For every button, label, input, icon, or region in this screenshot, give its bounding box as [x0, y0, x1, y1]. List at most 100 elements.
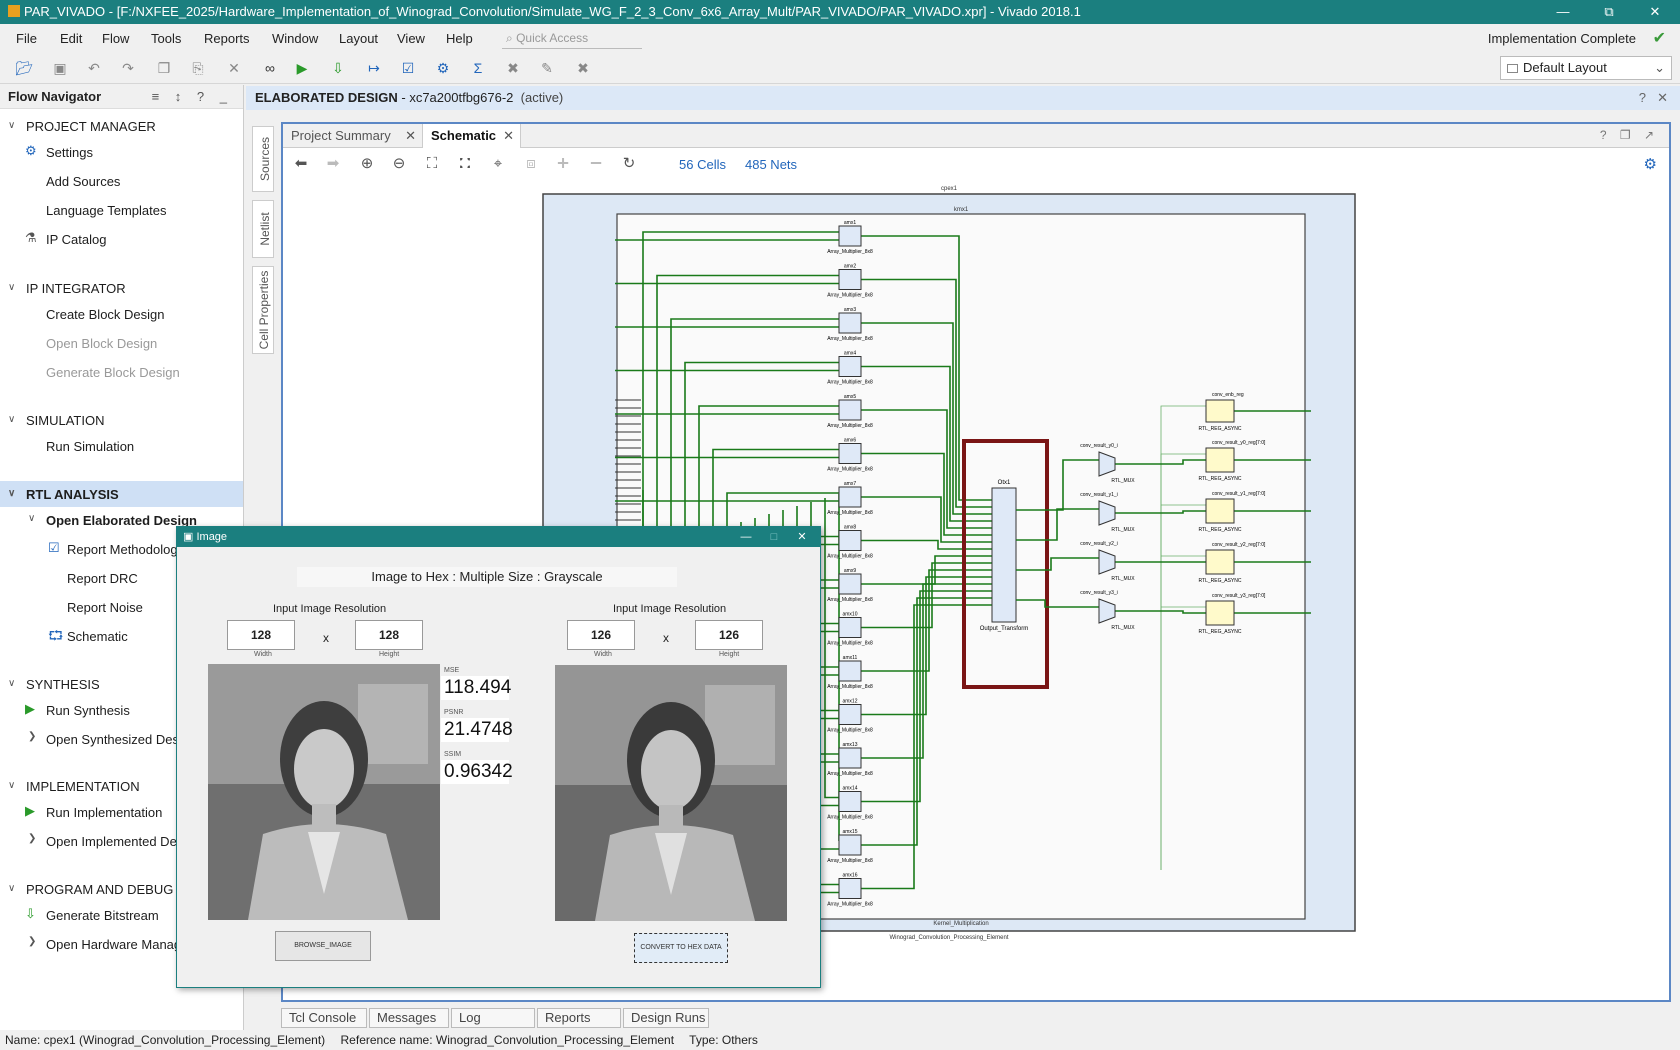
nav-open-implemented-design[interactable]: Open Implemented Des	[46, 834, 183, 849]
close-icon[interactable]: ✕	[1657, 86, 1668, 110]
expand-cell-icon[interactable]: ⧈	[521, 154, 541, 174]
tab-cell-properties[interactable]: Cell Properties	[252, 266, 274, 354]
tab-log[interactable]: Log	[451, 1008, 535, 1028]
menu-edit[interactable]: Edit	[60, 31, 82, 46]
register-block[interactable]	[1205, 498, 1235, 524]
menu-window[interactable]: Window	[272, 31, 318, 46]
program-device-icon[interactable]: ⇩	[328, 58, 348, 78]
tool-disabled-1-icon[interactable]: ✖	[503, 58, 523, 78]
nav-language-templates[interactable]: Language Templates	[46, 203, 166, 218]
zoom-out-icon[interactable]: ⊖	[389, 154, 409, 174]
tab-project-summary[interactable]: Project Summary ✕	[283, 124, 423, 148]
nav-open-block-design[interactable]: Open Block Design	[46, 336, 157, 351]
nav-open-elaborated-design[interactable]: Open Elaborated Design	[46, 513, 197, 528]
sigma-icon[interactable]: Σ	[468, 58, 488, 78]
section-project-manager[interactable]: ∨ PROJECT MANAGER	[8, 119, 156, 134]
multiplier-block[interactable]	[838, 747, 862, 769]
register-block[interactable]	[1205, 399, 1235, 423]
nav-schematic[interactable]: Schematic	[67, 629, 128, 644]
zoom-selection-icon[interactable]: ⛚	[455, 154, 475, 174]
tab-reports[interactable]: Reports	[537, 1008, 621, 1028]
convert-to-hex-button[interactable]: CONVERT TO HEX DATA	[634, 933, 728, 963]
forward-arrow-icon[interactable]: ➡︎	[323, 154, 343, 174]
tab-controls[interactable]: ? ❐ ↗	[1600, 128, 1659, 142]
quick-access-input[interactable]: ⌕ Quick Access	[502, 27, 642, 49]
cell-count[interactable]: 56 Cells	[679, 157, 726, 172]
menu-reports[interactable]: Reports	[204, 31, 250, 46]
multiplier-block[interactable]	[838, 486, 862, 508]
write-bitstream-icon[interactable]: ↦	[364, 58, 384, 78]
binoculars-icon[interactable]: ∞	[260, 58, 280, 78]
nav-create-block-design[interactable]: Create Block Design	[46, 307, 165, 322]
section-ip-integrator[interactable]: ∨ IP INTEGRATOR	[8, 281, 126, 296]
register-block[interactable]	[1205, 549, 1235, 575]
multiplier-block[interactable]	[838, 878, 862, 899]
navigator-tools[interactable]: ≡ ↕ ? _	[152, 85, 233, 109]
multiplier-block[interactable]	[838, 399, 862, 421]
minimize-button[interactable]: —	[732, 527, 760, 547]
expand-all-icon[interactable]: ➕︎	[553, 154, 573, 174]
multiplier-block[interactable]	[838, 617, 862, 638]
close-tab-icon[interactable]: ✕	[503, 124, 514, 148]
tab-schematic[interactable]: Schematic ✕	[423, 124, 521, 148]
multiplier-block[interactable]	[838, 312, 862, 334]
maximize-button[interactable]: □	[760, 527, 788, 547]
output-width-field[interactable]: 126	[567, 620, 635, 650]
register-block[interactable]	[1205, 600, 1235, 626]
register-block[interactable]	[1205, 447, 1235, 473]
nav-open-synthesized-design[interactable]: Open Synthesized Desi	[46, 732, 182, 747]
nav-run-synthesis[interactable]: Run Synthesis	[46, 703, 130, 718]
collapse-all-icon[interactable]: ➖︎	[586, 154, 606, 174]
close-button[interactable]: ✕	[788, 527, 816, 547]
nav-generate-block-design[interactable]: Generate Block Design	[46, 365, 180, 380]
tool-disabled-3-icon[interactable]: ✖	[573, 58, 593, 78]
copy-icon[interactable]: ❐	[154, 58, 174, 78]
menu-layout[interactable]: Layout	[339, 31, 378, 46]
section-simulation[interactable]: ∨ SIMULATION	[8, 413, 105, 428]
save-icon[interactable]: ▣	[50, 58, 70, 78]
report-icon[interactable]: ☑	[398, 58, 418, 78]
multiplier-block[interactable]	[838, 791, 862, 812]
nav-report-noise[interactable]: Report Noise	[67, 600, 143, 615]
settings-gear-icon[interactable]: ⚙	[433, 58, 453, 78]
section-rtl-analysis[interactable]: ∨ RTL ANALYSIS	[8, 487, 119, 502]
input-width-field[interactable]: 128	[227, 620, 295, 650]
tab-sources[interactable]: Sources	[252, 126, 274, 192]
multiplier-block[interactable]	[838, 269, 862, 290]
multiplier-block[interactable]	[838, 834, 862, 856]
menu-flow[interactable]: Flow	[102, 31, 129, 46]
multiplier-block[interactable]	[838, 573, 862, 595]
delete-icon[interactable]: ✕	[224, 58, 244, 78]
nav-add-sources[interactable]: Add Sources	[46, 174, 120, 189]
tab-design-runs[interactable]: Design Runs	[623, 1008, 709, 1028]
browse-image-button[interactable]: BROWSE_IMAGE	[275, 931, 371, 961]
minimize-button[interactable]: —	[1540, 0, 1586, 24]
multiplier-block[interactable]	[838, 225, 862, 247]
menu-help[interactable]: Help	[446, 31, 473, 46]
regenerate-icon[interactable]: ↻	[619, 154, 639, 174]
menu-view[interactable]: View	[397, 31, 425, 46]
nav-run-implementation[interactable]: Run Implementation	[46, 805, 162, 820]
output-height-field[interactable]: 126	[695, 620, 763, 650]
close-tab-icon[interactable]: ✕	[405, 124, 416, 148]
redo-icon[interactable]: ↷	[118, 58, 138, 78]
net-count[interactable]: 485 Nets	[745, 157, 797, 172]
input-height-field[interactable]: 128	[355, 620, 423, 650]
gear-icon[interactable]: ⚙	[1644, 155, 1657, 173]
multiplier-block[interactable]	[838, 530, 862, 551]
nav-report-methodology[interactable]: Report Methodology	[67, 542, 184, 557]
restore-button[interactable]: ⧉	[1586, 0, 1632, 24]
tab-tcl-console[interactable]: Tcl Console	[281, 1008, 367, 1028]
zoom-in-icon[interactable]: ⊕	[357, 154, 377, 174]
multiplier-block[interactable]	[838, 704, 862, 725]
back-arrow-icon[interactable]: ⬅︎	[291, 154, 311, 174]
paste-icon[interactable]: ⎘	[188, 58, 208, 78]
help-icon[interactable]: ?	[1639, 86, 1646, 110]
multiplier-block[interactable]	[838, 660, 862, 682]
open-project-icon[interactable]: 📂︎	[14, 58, 34, 78]
menu-tools[interactable]: Tools	[151, 31, 181, 46]
section-program-debug[interactable]: ∨ PROGRAM AND DEBUG	[8, 882, 173, 897]
close-button[interactable]: ✕	[1632, 0, 1678, 24]
menu-file[interactable]: File	[16, 31, 37, 46]
zoom-fit-icon[interactable]: ⛶	[422, 154, 442, 174]
